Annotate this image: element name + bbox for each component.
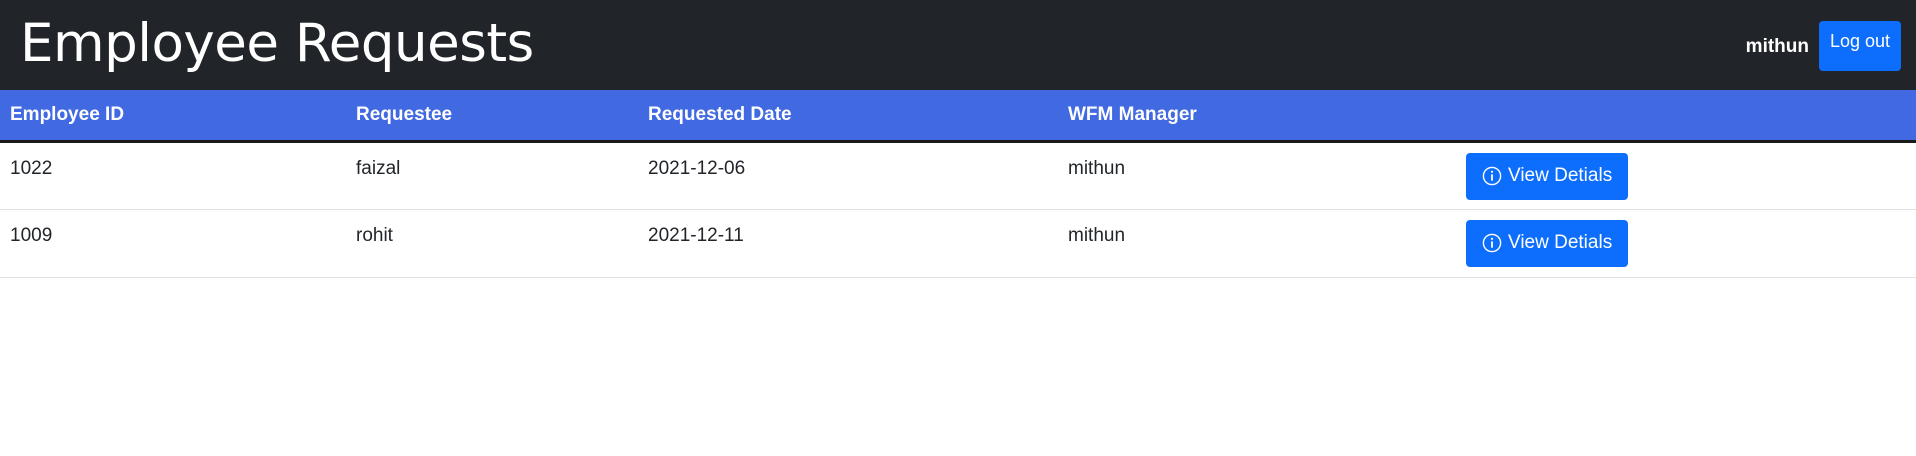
cell-employee-id: 1022 bbox=[10, 157, 53, 179]
employee-requests-table: Employee ID Requestee Requested Date WFM… bbox=[0, 90, 1916, 278]
cell-wfm-manager: mithun bbox=[1068, 157, 1126, 179]
column-header-requestee: Requestee bbox=[346, 90, 638, 143]
username-label: mithun bbox=[1745, 36, 1809, 57]
info-circle-icon bbox=[1482, 233, 1502, 253]
cell-requestee: faizal bbox=[356, 157, 401, 179]
cell-actions: View Detials bbox=[1456, 209, 1916, 277]
cell-actions: View Detials bbox=[1456, 141, 1916, 209]
view-details-label: View Detials bbox=[1508, 165, 1613, 186]
table-row: 1022 faizal 2021-12-06 mithun View Detia… bbox=[0, 141, 1916, 209]
top-navbar: Employee Requests mithun Log out bbox=[0, 0, 1916, 90]
info-circle-icon bbox=[1482, 166, 1502, 186]
user-area: mithun Log out bbox=[1746, 21, 1901, 71]
view-details-button[interactable]: View Detials bbox=[1466, 219, 1629, 267]
column-header-wfm-manager: WFM Manager bbox=[1058, 90, 1456, 143]
view-details-button[interactable]: View Detials bbox=[1466, 152, 1629, 200]
column-header-employee-id: Employee ID bbox=[0, 90, 346, 143]
column-header-actions bbox=[1456, 90, 1916, 143]
table-row: 1009 rohit 2021-12-11 mithun View Detial… bbox=[0, 209, 1916, 277]
cell-wfm-manager: mithun bbox=[1068, 224, 1126, 246]
logout-button[interactable]: Log out bbox=[1819, 21, 1901, 71]
cell-requestee: rohit bbox=[356, 224, 393, 246]
table-header-row: Employee ID Requestee Requested Date WFM… bbox=[0, 90, 1916, 143]
view-details-label: View Detials bbox=[1508, 232, 1613, 253]
column-header-requested-date: Requested Date bbox=[638, 90, 1058, 143]
cell-requested-date: 2021-12-06 bbox=[648, 157, 746, 179]
page-title: Employee Requests bbox=[20, 13, 534, 74]
cell-employee-id: 1009 bbox=[10, 224, 53, 246]
cell-requested-date: 2021-12-11 bbox=[648, 224, 744, 246]
